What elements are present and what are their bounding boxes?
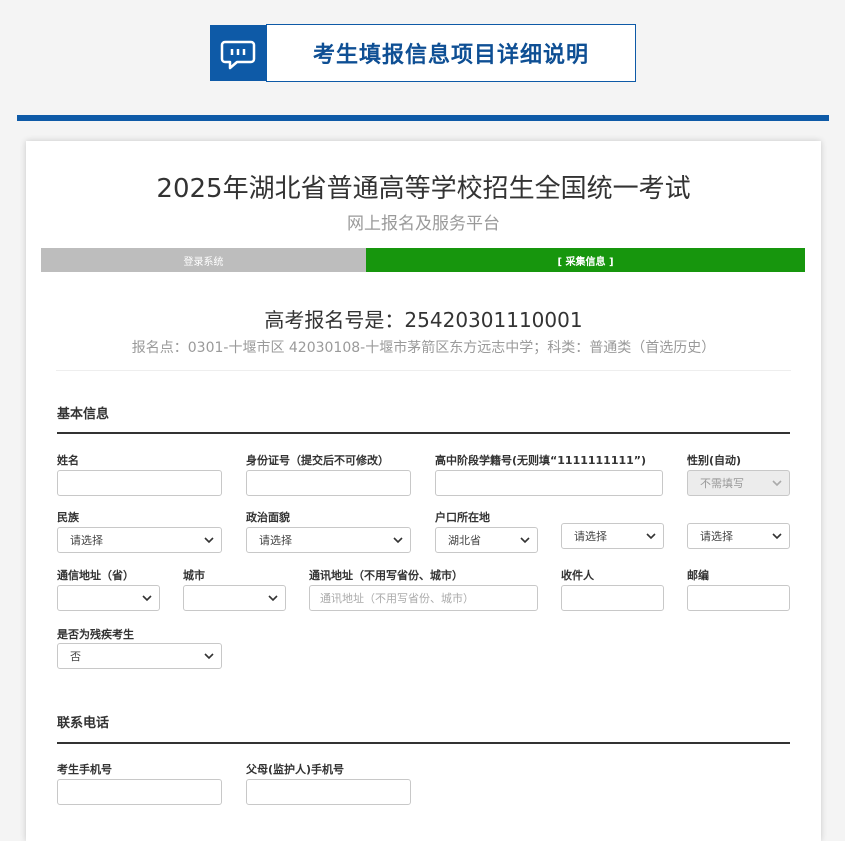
chevron-down-icon: [142, 595, 152, 602]
student-phone-label: 考生手机号: [57, 763, 112, 776]
chevron-down-icon: [772, 533, 782, 540]
disabled-value: 否: [70, 650, 81, 663]
parent-phone-input[interactable]: [246, 779, 411, 805]
gender-value: 不需填写: [700, 477, 744, 490]
recipient-label: 收件人: [561, 569, 594, 582]
mail-province-select[interactable]: [57, 585, 160, 611]
chevron-down-icon: [646, 533, 656, 540]
section-title-contact: 联系电话: [57, 716, 110, 731]
name-label: 姓名: [57, 454, 79, 467]
form-card: 2025年湖北省普通高等学校招生全国统一考试 网上报名及服务平台 登录系统 [ …: [26, 141, 821, 841]
political-select[interactable]: 请选择: [246, 527, 411, 553]
chevron-down-icon: [520, 537, 530, 544]
hukou-county-select[interactable]: 请选择: [687, 523, 790, 549]
political-label: 政治面貌: [246, 511, 290, 524]
id-card-input[interactable]: [246, 470, 411, 496]
step-login[interactable]: 登录系统: [41, 248, 366, 272]
registration-number: 高考报名号是：25420301110001: [264, 308, 583, 332]
section-title-basic: 基本信息: [57, 407, 110, 422]
ethnicity-value: 请选择: [70, 534, 103, 547]
disabled-select[interactable]: 否: [57, 643, 222, 669]
chevron-down-icon: [772, 480, 782, 487]
mail-province-label: 通信地址（省）: [57, 569, 134, 582]
hukou-city-value: 请选择: [574, 530, 607, 543]
student-phone-input[interactable]: [57, 779, 222, 805]
top-divider: [17, 115, 829, 121]
recipient-input[interactable]: [561, 585, 664, 611]
divider: [56, 370, 791, 371]
mail-address-label: 通讯地址（不用写省份、城市）: [309, 569, 463, 582]
chevron-down-icon: [204, 537, 214, 544]
banner-title: 考生填报信息项目详细说明: [266, 24, 636, 82]
gender-select: 不需填写: [687, 470, 790, 496]
parent-phone-label: 父母(监护人)手机号: [246, 763, 345, 776]
progress-steps: 登录系统 [ 采集信息 ]: [41, 248, 805, 272]
school-id-label: 高中阶段学籍号(无则填“1111111111”): [435, 454, 647, 467]
chevron-down-icon: [204, 653, 214, 660]
chat-bubble-icon: [210, 25, 266, 81]
name-input[interactable]: [57, 470, 222, 496]
banner: 考生填报信息项目详细说明: [210, 24, 636, 83]
gender-label: 性别(自动): [687, 454, 742, 467]
page-subtitle: 网上报名及服务平台: [347, 214, 500, 234]
section-divider: [57, 742, 790, 744]
registration-site: 报名点：0301-十堰市区 42030108-十堰市茅箭区东方远志中学；科类：普…: [131, 340, 716, 356]
mail-city-select[interactable]: [183, 585, 286, 611]
hukou-label: 户口所在地: [435, 511, 490, 524]
section-divider: [57, 432, 790, 434]
school-id-input[interactable]: [435, 470, 663, 496]
ethnicity-select[interactable]: 请选择: [57, 527, 222, 553]
mail-address-input[interactable]: 通讯地址（不用写省份、城市）: [309, 585, 538, 611]
disabled-label: 是否为残疾考生: [57, 628, 134, 641]
hukou-county-value: 请选择: [700, 530, 733, 543]
political-value: 请选择: [259, 534, 292, 547]
chevron-down-icon: [393, 537, 403, 544]
ethnicity-label: 民族: [57, 511, 79, 524]
hukou-province-value: 湖北省: [448, 534, 481, 547]
page-title: 2025年湖北省普通高等学校招生全国统一考试: [156, 174, 691, 204]
hukou-city-select[interactable]: 请选择: [561, 523, 664, 549]
postcode-input[interactable]: [687, 585, 790, 611]
postcode-label: 邮编: [687, 569, 709, 582]
chevron-down-icon: [268, 595, 278, 602]
hukou-province-select[interactable]: 湖北省: [435, 527, 538, 553]
step-collect-info: [ 采集信息 ]: [366, 248, 805, 272]
id-card-label: 身份证号（提交后不可修改）: [246, 454, 389, 467]
mail-city-label: 城市: [183, 569, 205, 582]
